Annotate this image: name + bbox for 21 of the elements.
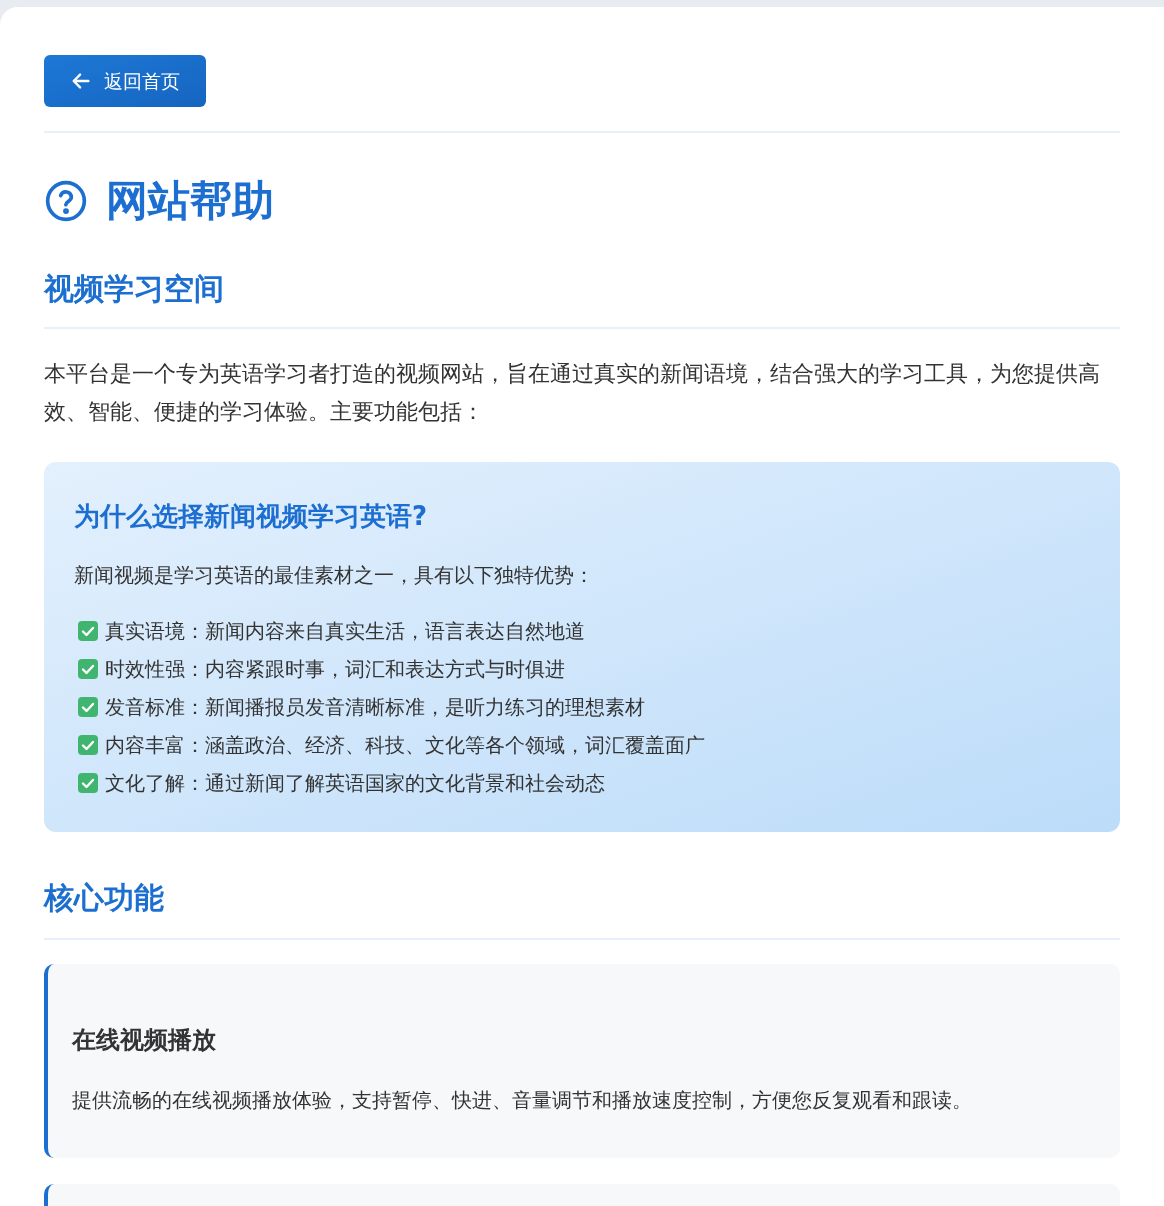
arrow-left-icon [70,70,92,92]
checkbox-checked-icon [77,658,99,680]
help-icon [44,179,88,223]
advantage-item: 真实语境：新闻内容来自真实生活，语言表达自然地道 [105,618,585,645]
checkbox-checked-icon [77,620,99,642]
advantage-item: 发音标准：新闻播报员发音清晰标准，是听力练习的理想素材 [105,694,645,721]
feature-description: 提供流畅的在线视频播放体验，支持暂停、快进、音量调节和播放速度控制，方便您反复观看和跟读。 [72,1087,973,1114]
section-heading: 核心功能 [44,876,1120,940]
checkbox-checked-icon [77,772,99,794]
advantage-item: 内容丰富：涵盖政治、经济、科技、文化等各个领域，词汇覆盖面广 [105,732,705,759]
back-button[interactable]: 返回首页 [44,55,206,107]
checkbox-checked-icon [77,696,99,718]
advantage-item: 时效性强：内容紧跟时事，词汇和表达方式与时俱进 [105,656,565,683]
advantage-item: 文化了解：通过新闻了解英语国家的文化背景和社会动态 [105,770,605,797]
card-lead: 新闻视频是学习英语的最佳素材之一，具有以下独特优势： [74,562,595,589]
feature-title: 在线视频播放 [72,1025,217,1056]
checkbox-checked-icon [77,734,99,756]
section-heading: 视频学习空间 [44,267,1120,329]
card-title: 为什么选择新闻视频学习英语? [74,500,429,533]
page-title: 网站帮助 [106,175,274,227]
intro-paragraph: 本平台是一个专为英语学习者打造的视频网站，旨在通过真实的新闻语境，结合强大的学习工具，为您提供高效、智能、便捷的学习体验。主要功能包括： [44,360,1101,426]
